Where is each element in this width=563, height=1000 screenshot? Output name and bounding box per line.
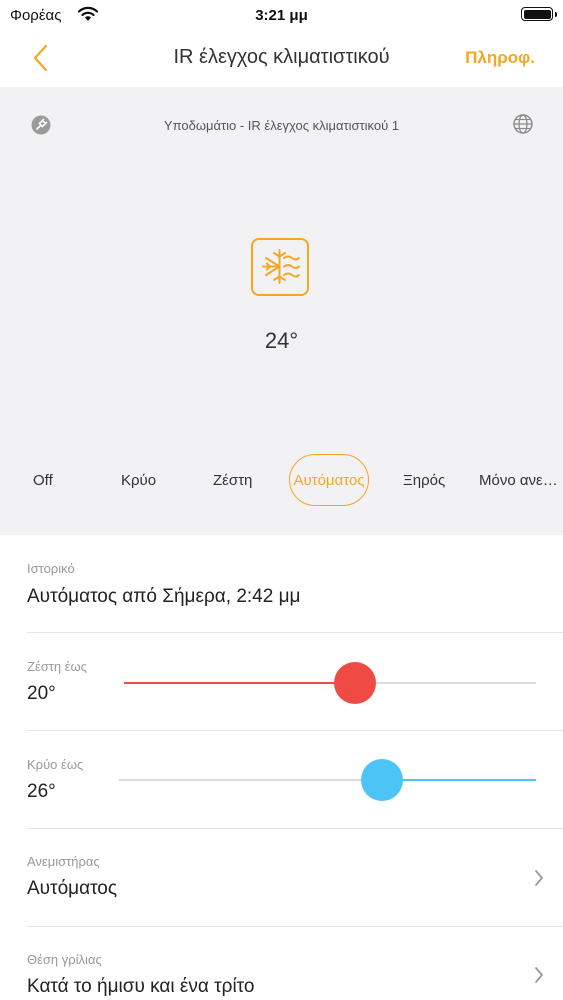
chevron-right-icon — [533, 868, 545, 893]
cool-slider-thumb[interactable] — [360, 759, 403, 801]
heat-to-value: 20° — [27, 683, 56, 704]
mode-dry-button[interactable]: Ξηρός — [403, 472, 445, 489]
chevron-right-icon — [533, 965, 545, 990]
mode-cool-button[interactable]: Κρύο — [121, 472, 156, 489]
louver-value: Κατά το ήμισυ και ένα τρίτο — [27, 976, 255, 997]
heat-slider-track — [354, 682, 536, 684]
louver-label: Θέση γρίλιας — [27, 952, 102, 967]
heat-to-label: Ζέστη έως — [27, 659, 87, 674]
cool-slider-fill — [381, 779, 536, 781]
device-name: Υποδωμάτιο - IR έλεγχος κλιματιστικού 1 — [163, 118, 400, 133]
divider — [27, 926, 563, 927]
cool-slider-track — [119, 779, 382, 781]
mode-heat-button[interactable]: Ζέστη — [213, 472, 252, 489]
history-label: Ιστορικό — [27, 561, 75, 576]
battery-icon — [521, 7, 557, 21]
device-panel — [0, 87, 563, 535]
navigation-bar: IR έλεγχος κλιματιστικού Πληροφ. — [0, 32, 563, 87]
cool-to-label: Κρύο έως — [27, 757, 84, 772]
mode-fan-only-button[interactable]: Μόνο ανε… — [479, 472, 558, 489]
cool-to-value: 26° — [27, 781, 56, 802]
fan-label: Ανεμιστήρας — [27, 854, 100, 869]
snowflake-heat-icon — [251, 238, 309, 296]
mode-off-button[interactable]: Off — [33, 472, 53, 489]
current-temperature: 24° — [264, 328, 299, 353]
heat-slider-fill — [124, 682, 355, 684]
heat-slider-thumb[interactable] — [333, 662, 376, 704]
status-time: 3:21 μμ — [255, 7, 308, 24]
status-bar: Φορέας 3:21 μμ — [0, 0, 563, 32]
info-button[interactable]: Πληροφ. — [465, 48, 535, 68]
divider — [27, 730, 563, 731]
mode-auto-button[interactable]: Αυτόματος — [289, 454, 369, 506]
globe-icon[interactable] — [513, 114, 533, 139]
divider — [27, 828, 563, 829]
history-value: Αυτόματος από Σήμερα, 2:42 μμ — [27, 586, 301, 607]
fan-value: Αυτόματος — [27, 878, 118, 899]
divider — [27, 632, 563, 633]
